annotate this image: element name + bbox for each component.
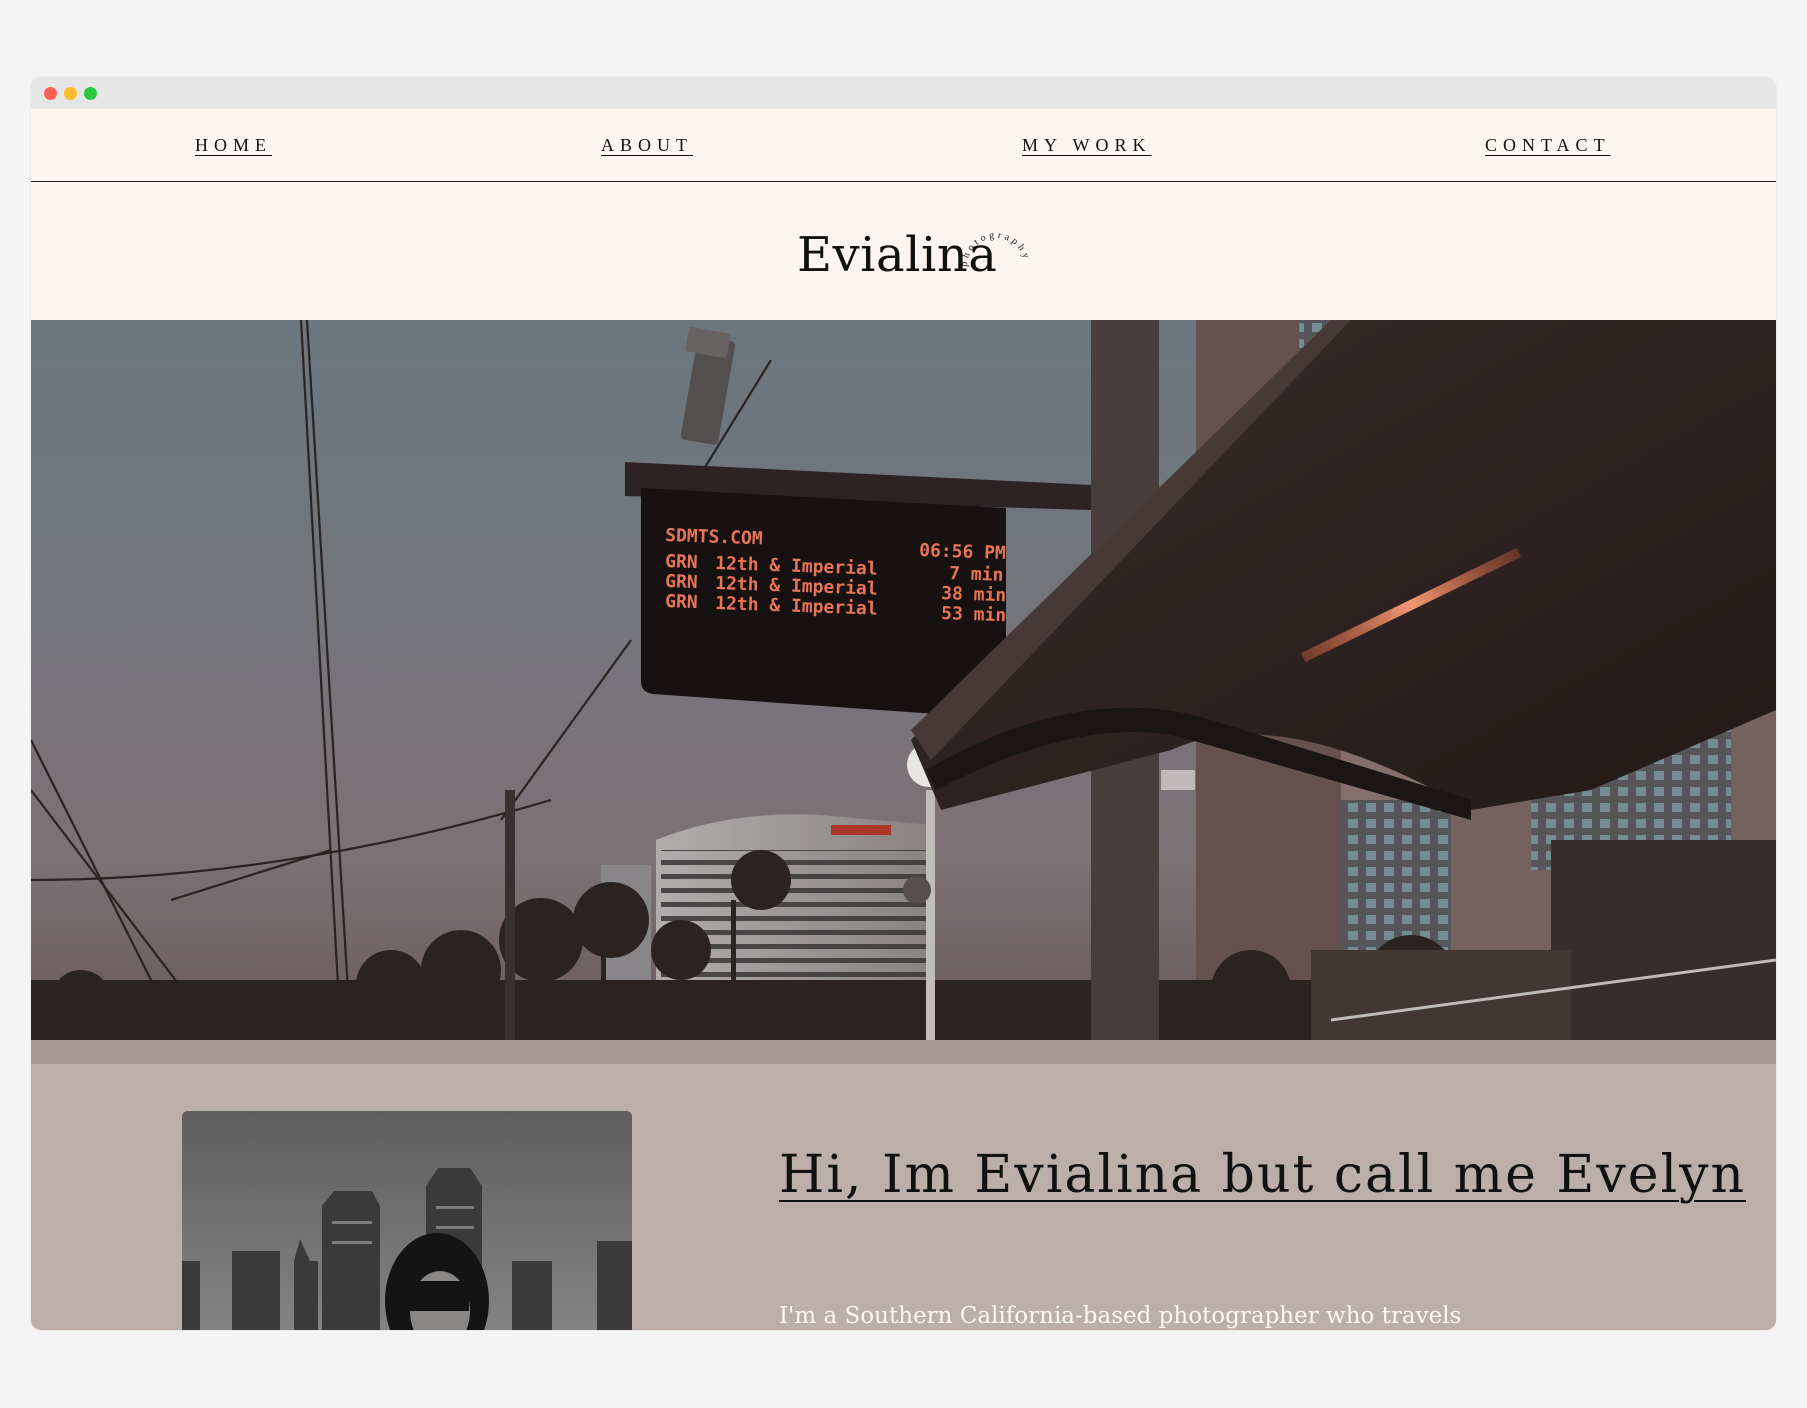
nav-link-about[interactable]: ABOUT — [601, 135, 693, 156]
site-header: Evialina photography — [31, 182, 1776, 320]
logo-tagline: photography — [959, 230, 1029, 268]
about-text: I'm a Southern California-based photogra… — [779, 1303, 1462, 1329]
maximize-window-button[interactable] — [84, 87, 97, 100]
close-window-button[interactable] — [44, 87, 57, 100]
portrait-photo — [182, 1111, 632, 1330]
browser-window: HOME ABOUT MY WORK CONTACT Evialina phot… — [31, 77, 1776, 1330]
main-navigation: HOME ABOUT MY WORK CONTACT — [31, 109, 1776, 182]
nav-link-contact[interactable]: CONTACT — [1485, 135, 1611, 156]
svg-text:photography: photography — [959, 230, 1033, 268]
about-heading[interactable]: Hi, Im Evialina but call me Evelyn — [779, 1145, 1746, 1205]
hero-image: SDMTS.COM 06:56 PM GRN 12th & Imperial 7… — [31, 320, 1776, 1040]
hero-bottom-strip — [31, 1040, 1776, 1064]
minimize-window-button[interactable] — [64, 87, 77, 100]
about-section: Hi, Im Evialina but call me Evelyn I'm a… — [31, 1064, 1776, 1330]
logo-tagline-ring: photography — [959, 230, 1033, 268]
window-titlebar — [31, 77, 1776, 109]
nav-link-home[interactable]: HOME — [195, 135, 272, 156]
nav-link-my-work[interactable]: MY WORK — [1022, 135, 1152, 156]
